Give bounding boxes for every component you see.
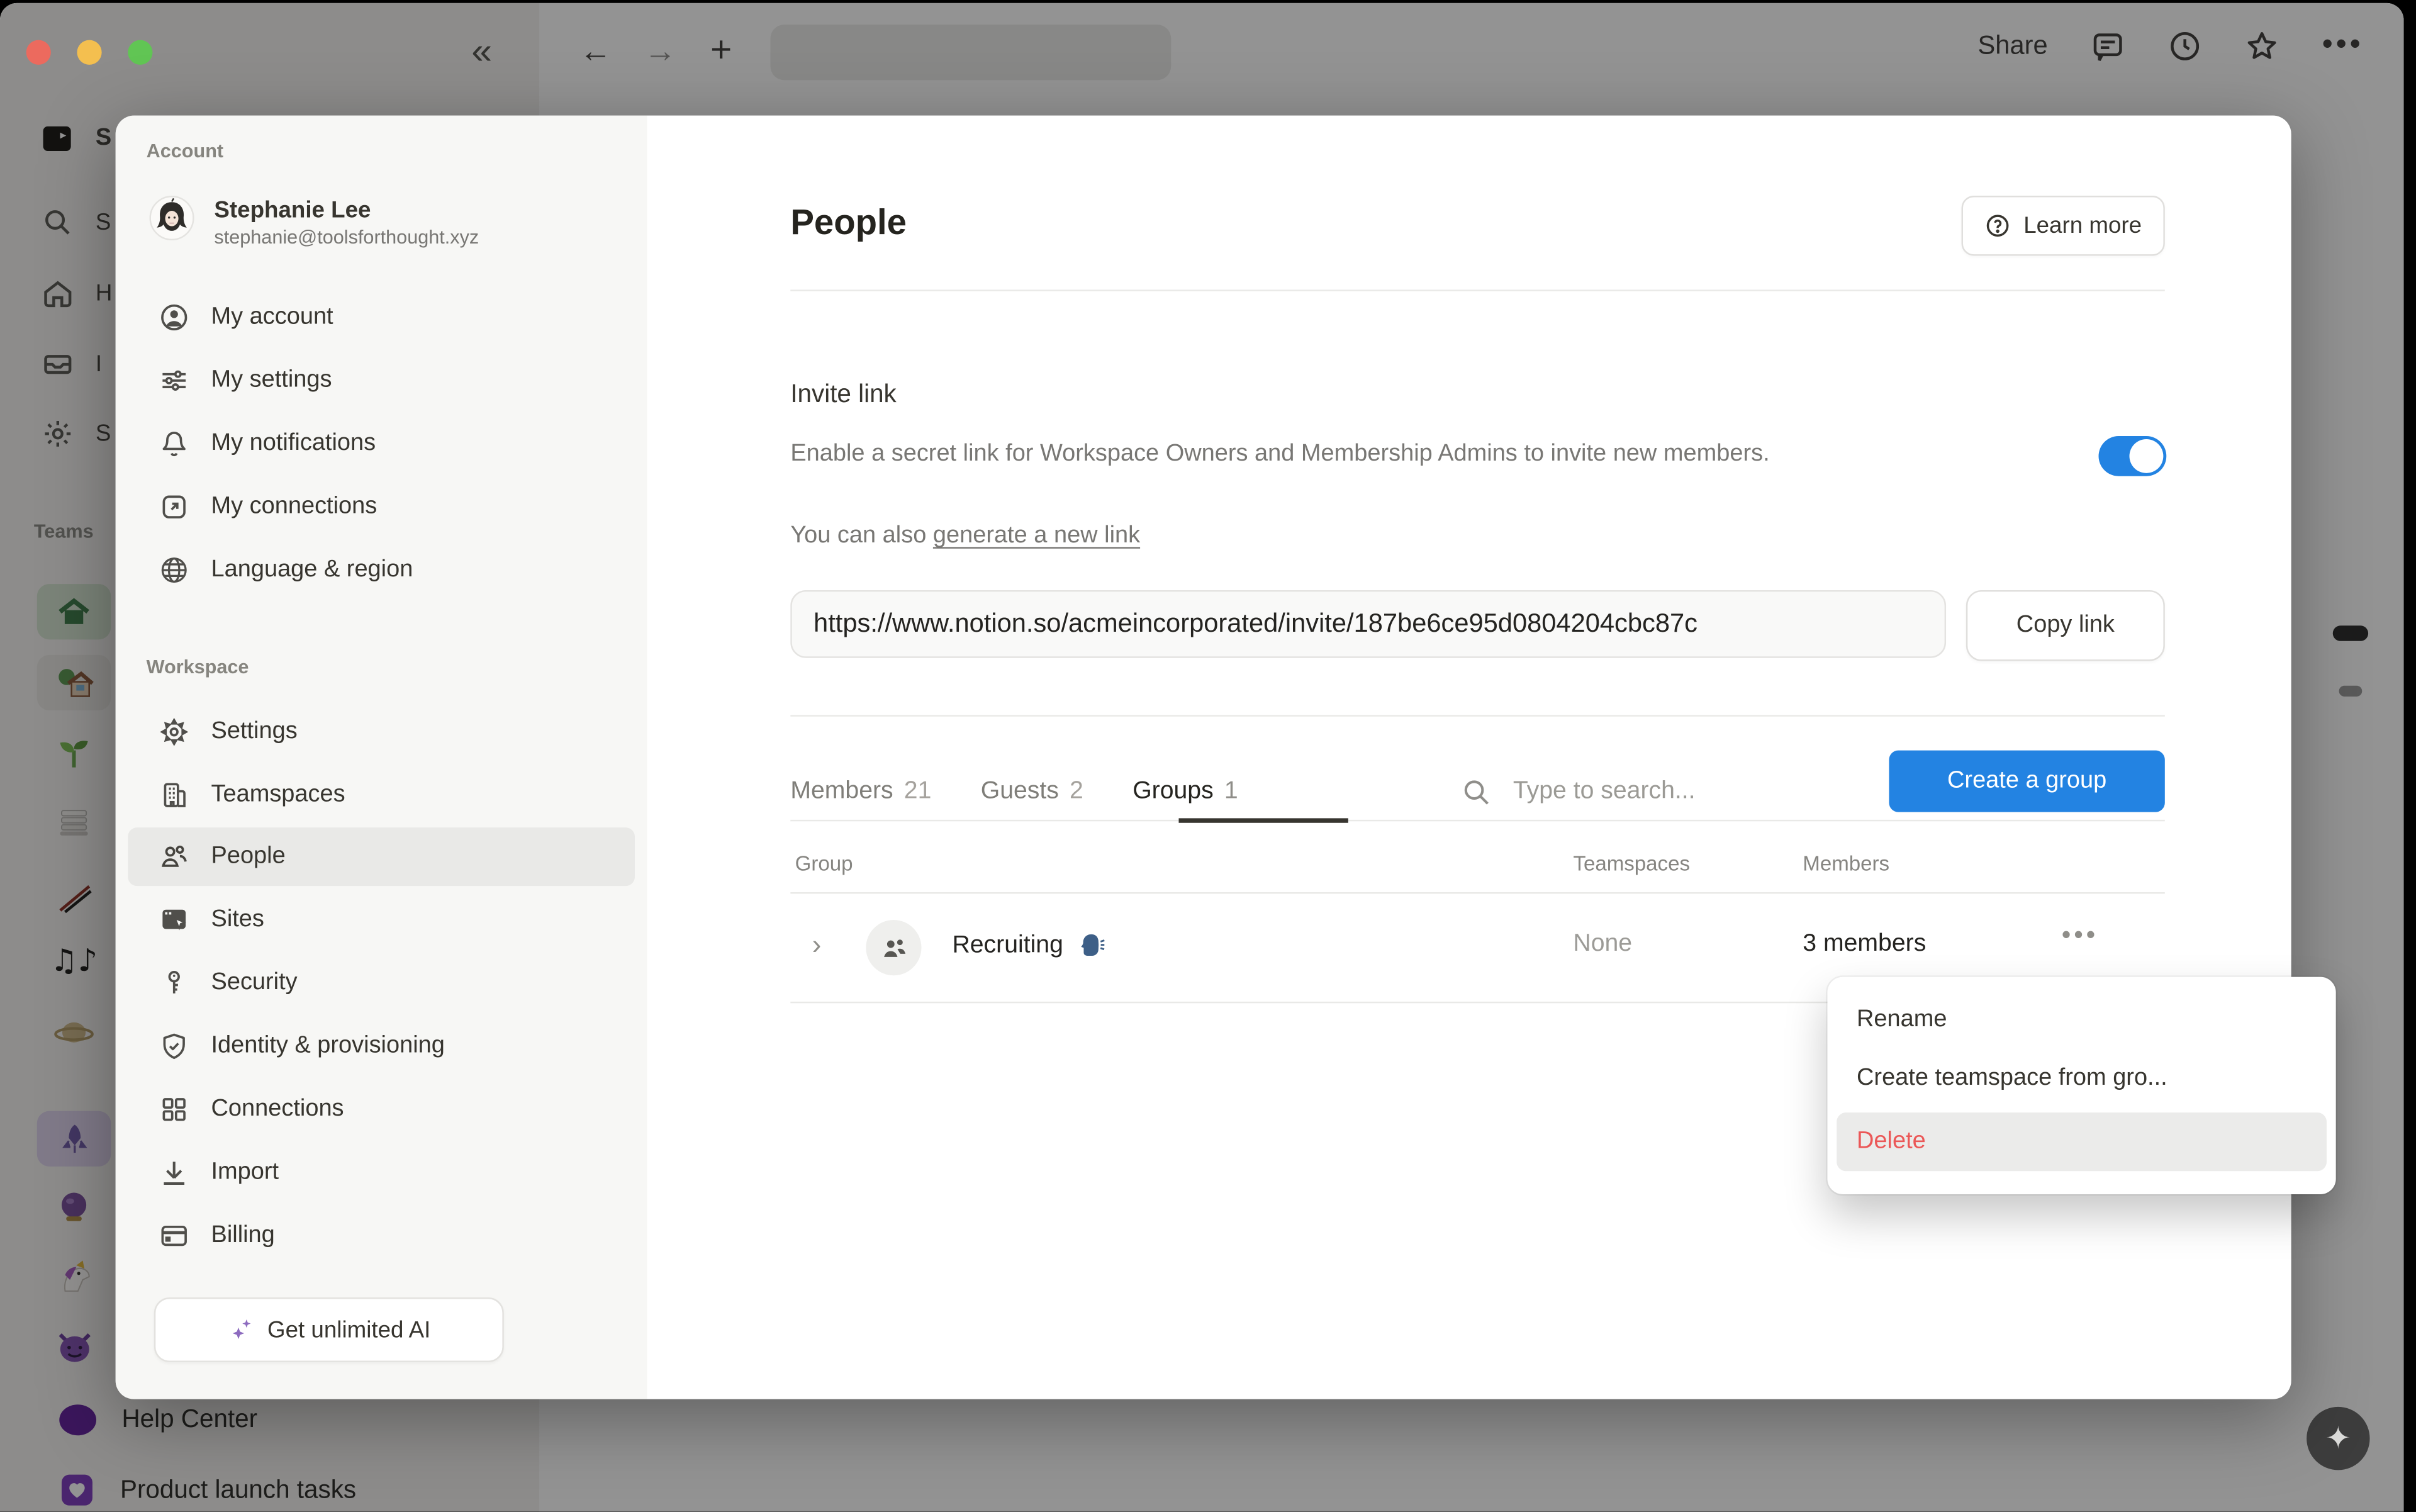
page-title: People — [790, 202, 907, 244]
tab-bar: Members21 Guests2 Groups1 — [790, 763, 1238, 821]
people-icon — [157, 841, 191, 872]
row-more-icon[interactable]: ••• — [2062, 920, 2098, 951]
sidebar-item-identity-provisioning[interactable]: Identity & provisioning — [128, 1017, 635, 1075]
workspace-section-label: Workspace — [147, 656, 249, 678]
account-user[interactable]: Stephanie Lee stephanie@toolsforthought.… — [150, 196, 479, 251]
invite-link-toggle[interactable] — [2099, 436, 2167, 476]
column-header-group: Group — [795, 852, 853, 875]
sliders-icon — [157, 365, 191, 396]
notion-ai-button[interactable]: ✦ — [2307, 1407, 2369, 1470]
row-members-value[interactable]: 3 members — [1803, 931, 1926, 958]
settings-dialog: Account Stephanie Lee stephanie@toolsfor… — [116, 116, 2291, 1399]
building-icon — [157, 780, 191, 810]
invite-url-field[interactable] — [790, 590, 1946, 658]
sidebar-item-settings[interactable]: Settings — [128, 703, 635, 761]
group-search — [1461, 763, 1871, 821]
tab-members[interactable]: Members21 — [790, 778, 931, 806]
group-context-menu: Rename Create teamspace from gro... Dele… — [1827, 977, 2335, 1194]
shield-check-icon — [157, 1031, 191, 1061]
divider — [790, 715, 2164, 716]
bell-icon — [157, 428, 191, 459]
menu-item-create-teamspace[interactable]: Create teamspace from gro... — [1837, 1050, 2327, 1108]
sidebar-item-sites[interactable]: Sites — [128, 891, 635, 949]
download-arrow-icon — [157, 1157, 191, 1188]
settings-content: People Learn more Invite link Enable a s… — [647, 116, 2291, 1399]
globe-icon — [157, 555, 191, 586]
sidebar-item-teamspaces[interactable]: Teamspaces — [128, 766, 635, 824]
account-section-label: Account — [147, 140, 223, 162]
user-name: Stephanie Lee — [214, 196, 479, 225]
sparkles-icon — [227, 1316, 255, 1343]
sidebar-item-connections[interactable]: Connections — [128, 1080, 635, 1139]
scroll-indicator-faint — [2339, 686, 2363, 697]
sidebar-item-billing[interactable]: Billing — [128, 1207, 635, 1265]
gear-icon — [157, 717, 191, 748]
close-window-button[interactable] — [26, 40, 51, 65]
sidebar-item-my-account[interactable]: My account — [128, 288, 635, 347]
generate-new-link[interactable]: generate a new link — [933, 522, 1140, 549]
invite-link-description: Enable a secret link for Workspace Owner… — [790, 436, 1854, 471]
zoom-window-button[interactable] — [128, 40, 152, 65]
avatar — [150, 196, 194, 240]
create-group-button[interactable]: Create a group — [1889, 751, 2164, 812]
menu-item-delete[interactable]: Delete — [1837, 1112, 2327, 1171]
minimize-window-button[interactable] — [77, 40, 101, 65]
sidebar-item-my-notifications[interactable]: My notifications — [128, 415, 635, 473]
notion-window: « ← → + Share ••• — [0, 3, 2403, 1512]
credit-card-icon — [157, 1221, 191, 1252]
screen: « ← → + Share ••• — [0, 0, 2416, 1511]
chevron-right-icon[interactable]: › — [812, 929, 822, 961]
column-header-teamspaces: Teamspaces — [1573, 852, 1690, 875]
scroll-indicator[interactable] — [2333, 625, 2368, 641]
sidebar-item-my-connections[interactable]: My connections — [128, 478, 635, 536]
copy-link-button[interactable]: Copy link — [1966, 590, 2165, 661]
sidebar-item-my-settings[interactable]: My settings — [128, 351, 635, 410]
arrow-up-right-square-icon — [157, 491, 191, 522]
sidebar-item-import[interactable]: Import — [128, 1143, 635, 1202]
person-circle-icon — [157, 302, 191, 333]
sidebar-item-security[interactable]: Security — [128, 954, 635, 1012]
learn-more-button[interactable]: Learn more — [1962, 196, 2165, 256]
group-avatar — [866, 920, 921, 975]
search-input[interactable] — [1510, 776, 1871, 807]
user-email: stephanie@toolsforthought.xyz — [214, 225, 479, 252]
invite-link-heading: Invite link — [790, 381, 896, 410]
row-teamspaces-value: None — [1573, 931, 1632, 958]
sidebar-item-language-region[interactable]: Language & region — [128, 541, 635, 600]
generate-link-line: You can also generate a new link — [790, 522, 1140, 550]
group-name: Recruiting — [952, 931, 1106, 961]
active-tab-underline — [1178, 818, 1348, 822]
get-unlimited-ai-button[interactable]: Get unlimited AI — [154, 1297, 504, 1362]
speaking-head-icon — [1075, 931, 1106, 961]
grid-icon — [157, 1094, 191, 1125]
tab-groups[interactable]: Groups1 — [1132, 778, 1238, 806]
tab-guests[interactable]: Guests2 — [981, 778, 1083, 806]
menu-item-rename[interactable]: Rename — [1837, 991, 2327, 1050]
window-controls — [26, 40, 153, 65]
sidebar-item-people[interactable]: People — [128, 827, 635, 886]
search-icon — [1461, 776, 1492, 807]
question-circle-icon — [1985, 213, 2011, 239]
key-icon — [157, 968, 191, 999]
settings-sidebar: Account Stephanie Lee stephanie@toolsfor… — [116, 116, 647, 1399]
browser-cursor-icon — [157, 905, 191, 936]
column-header-members: Members — [1803, 852, 1889, 875]
divider — [790, 289, 2164, 291]
